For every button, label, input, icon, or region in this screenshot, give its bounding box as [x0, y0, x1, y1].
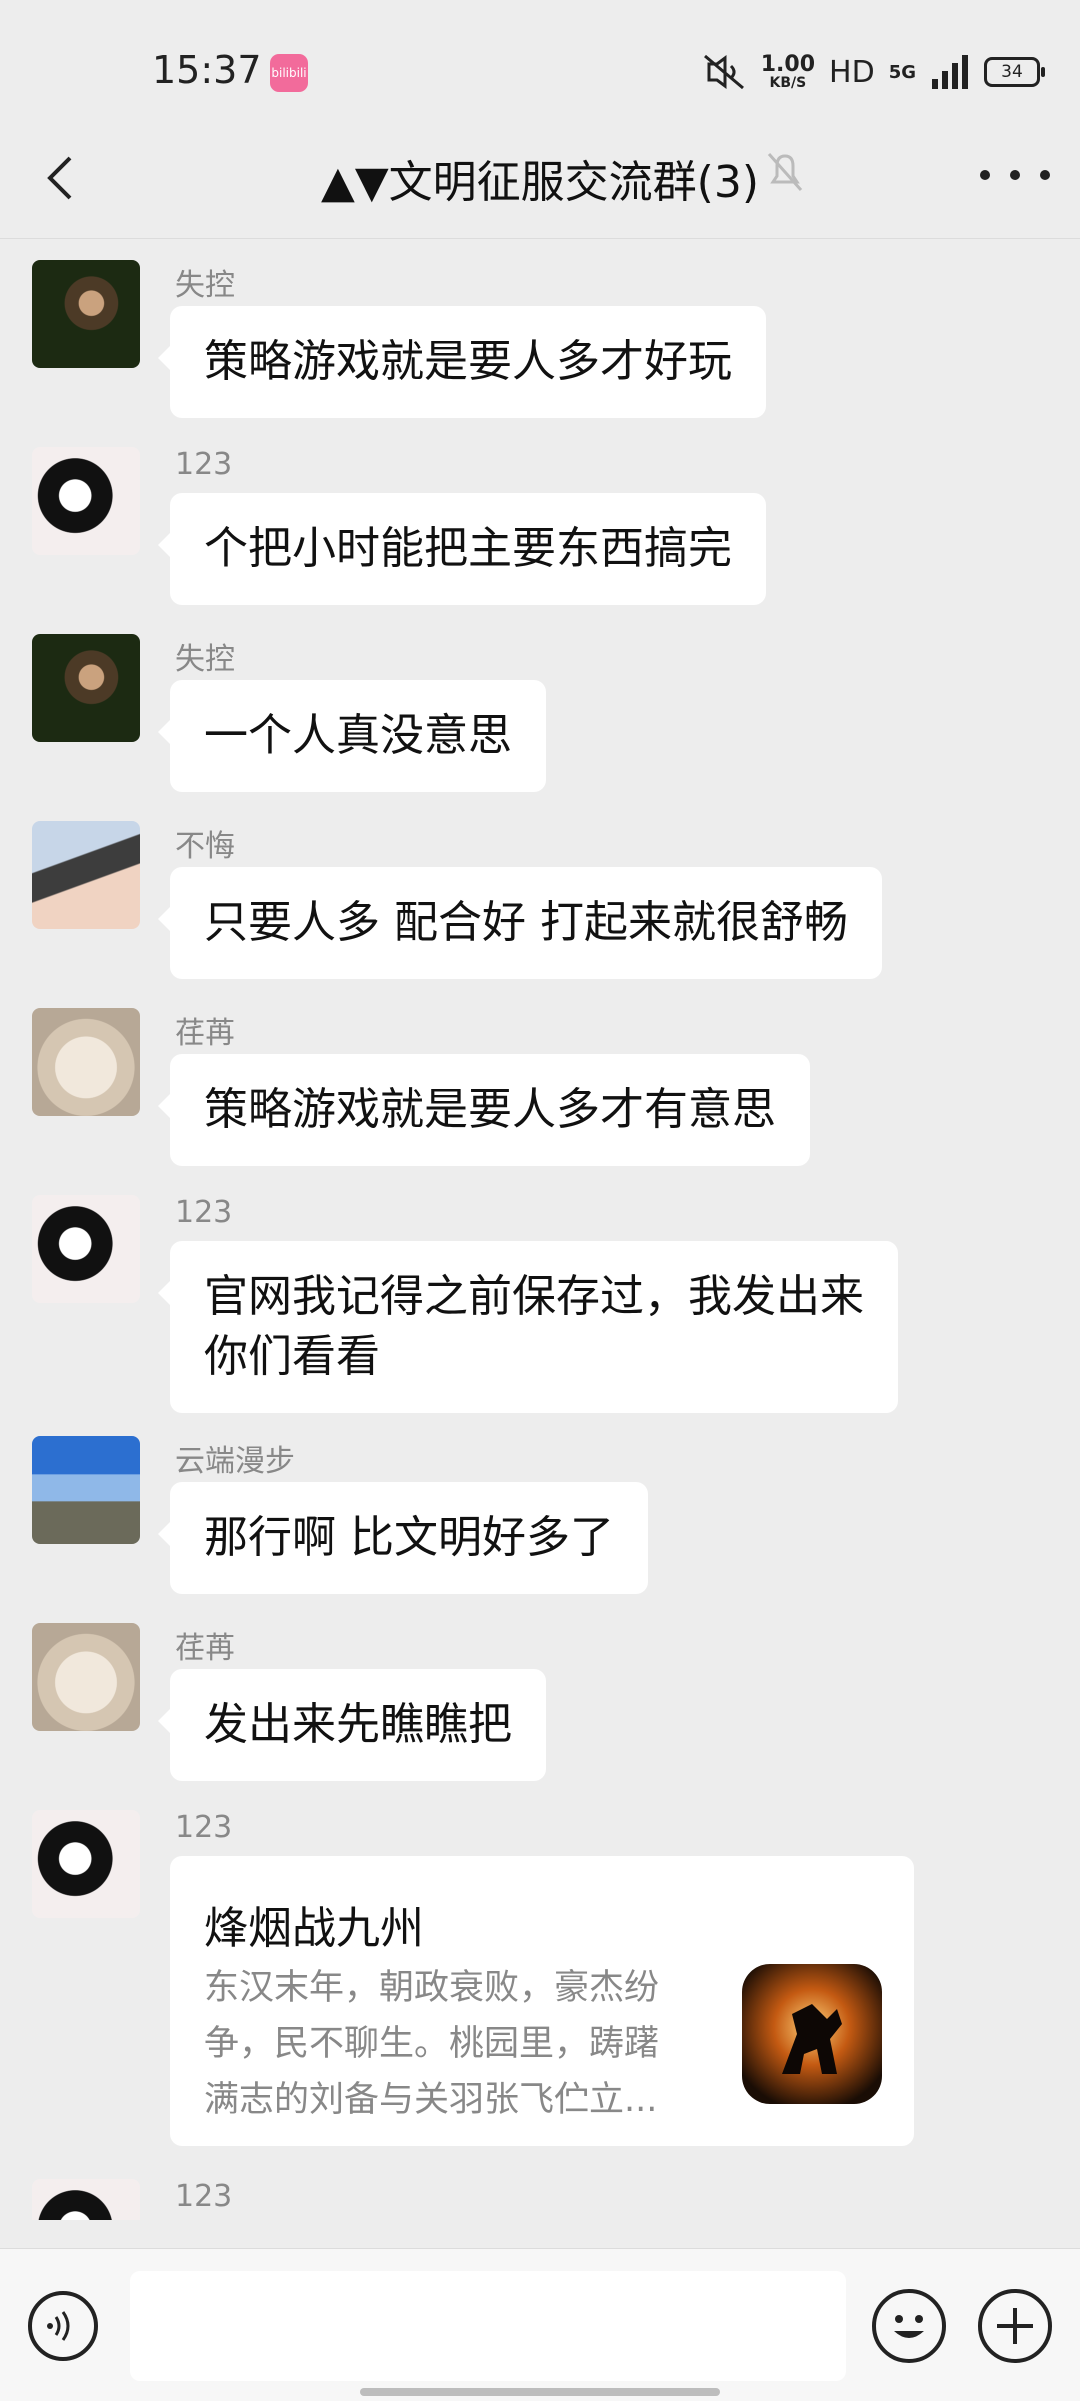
- message-text: 发出来先瞧瞧把: [204, 1699, 512, 1750]
- message-input[interactable]: [130, 2271, 846, 2381]
- card-description: 东汉末年，朝政衰败，豪杰纷争，民不聊生。桃园里，踌躇满志的刘备与关羽张飞伫立..…: [204, 1968, 660, 2120]
- chat-title: ▲▼文明征服交流群(3): [320, 157, 759, 208]
- hd-indicator: HD: [829, 54, 875, 90]
- message-bubble[interactable]: 发出来先瞧瞧把: [158, 1669, 546, 1781]
- mute-icon: [703, 54, 744, 90]
- sender-name: 123: [175, 1810, 233, 1845]
- message-bubble[interactable]: 那行啊 比文明好多了: [158, 1482, 648, 1594]
- message-text: 那行啊 比文明好多了: [204, 1512, 614, 1563]
- avatar[interactable]: [32, 1195, 140, 1303]
- voice-icon[interactable]: [28, 2291, 98, 2361]
- avatar[interactable]: [32, 2179, 140, 2220]
- bilibili-icon: bilibili: [270, 54, 308, 92]
- avatar[interactable]: [32, 634, 140, 742]
- message-text: 策略游戏就是要人多才好玩: [204, 336, 732, 387]
- message-bubble[interactable]: 策略游戏就是要人多才好玩: [158, 306, 766, 418]
- sender-name: 失控: [175, 642, 235, 677]
- message-text: 个把小时能把主要东西搞完: [204, 523, 732, 574]
- sender-name: 荏苒: [175, 1016, 235, 1051]
- emoji-icon[interactable]: [872, 2289, 946, 2363]
- signal-icon: [932, 55, 968, 89]
- battery-level: 34: [1001, 62, 1023, 82]
- message-bubble[interactable]: 只要人多 配合好 打起来就很舒畅: [158, 867, 882, 979]
- message-text-line: 你们看看: [204, 1331, 380, 1382]
- message-bubble[interactable]: 个把小时能把主要东西搞完: [158, 493, 766, 605]
- status-icons: 1.00 KB/S HD 5G 34: [703, 50, 1045, 94]
- header-divider: [0, 238, 1080, 239]
- network-type: 5G: [888, 61, 916, 83]
- avatar[interactable]: [32, 821, 140, 929]
- avatar[interactable]: [32, 1810, 140, 1918]
- more-icon[interactable]: [980, 150, 1050, 200]
- sender-name: 失控: [175, 268, 235, 303]
- sender-name: 不悔: [175, 829, 235, 864]
- chat-header: ▲▼文明征服交流群(3): [0, 120, 1080, 238]
- status-bar: 15:37 bilibili 1.00 KB/S HD 5G 34: [0, 0, 1080, 140]
- message-text: 一个人真没意思: [204, 710, 512, 761]
- avatar[interactable]: [32, 260, 140, 368]
- sender-name: 123: [175, 447, 233, 482]
- net-speed: 1.00 KB/S: [760, 52, 816, 91]
- link-card[interactable]: 烽烟战九州 东汉末年，朝政衰败，豪杰纷争，民不聊生。桃园里，踌躇满志的刘备与关羽…: [170, 1856, 914, 2146]
- avatar[interactable]: [32, 1436, 140, 1544]
- message-text: 只要人多 配合好 打起来就很舒畅: [204, 897, 848, 948]
- chat-list[interactable]: 失控 策略游戏就是要人多才好玩 123 个把小时能把主要东西搞完 失控 一个人真…: [0, 240, 1080, 2220]
- message-bubble[interactable]: 一个人真没意思: [158, 680, 546, 792]
- status-time: 15:37: [152, 48, 262, 92]
- input-bar: [0, 2248, 1080, 2401]
- message-text-line: 官网我记得之前保存过，我发出来: [204, 1271, 864, 1322]
- avatar[interactable]: [32, 1623, 140, 1731]
- mute-bell-icon: [767, 153, 803, 191]
- avatar[interactable]: [32, 447, 140, 555]
- sender-name: 123: [175, 1195, 233, 1230]
- sender-name: 云端漫步: [175, 1444, 295, 1479]
- home-indicator[interactable]: [360, 2388, 720, 2396]
- battery-icon: 34: [984, 57, 1045, 87]
- message-bubble[interactable]: 策略游戏就是要人多才有意思: [158, 1054, 810, 1166]
- card-title: 烽烟战九州: [204, 1903, 424, 1954]
- message-bubble[interactable]: 官网我记得之前保存过，我发出来 你们看看: [158, 1241, 898, 1413]
- plus-icon[interactable]: [978, 2289, 1052, 2363]
- sender-name: 荏苒: [175, 1631, 235, 1666]
- avatar[interactable]: [32, 1008, 140, 1116]
- message-text: 策略游戏就是要人多才有意思: [204, 1084, 776, 1135]
- game-icon: [742, 1964, 882, 2104]
- sender-name: 123: [175, 2179, 233, 2214]
